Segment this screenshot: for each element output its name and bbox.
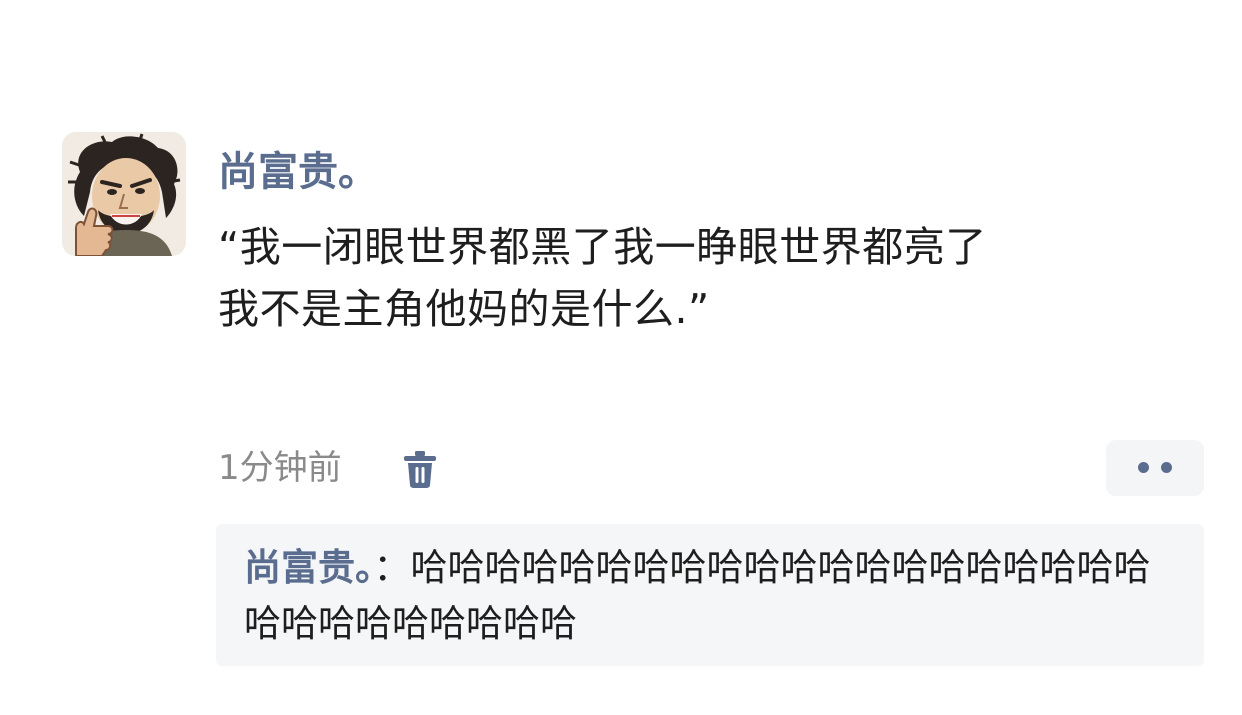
timestamp: 1分钟前 — [218, 448, 342, 488]
username[interactable]: 尚富贵。 — [218, 146, 378, 198]
more-options-button[interactable] — [1106, 440, 1204, 496]
post-text: “我一闭眼世界都黑了我一睁眼世界都亮了 我不是主角他妈的是什么.” — [218, 223, 987, 333]
reply-box[interactable]: 尚富贵。：哈哈哈哈哈哈哈哈哈哈哈哈哈哈哈哈哈哈哈哈哈哈哈哈哈哈哈哈哈 — [216, 524, 1204, 666]
avatar-image — [62, 132, 186, 256]
reply-separator: ： — [373, 546, 411, 589]
trash-icon[interactable] — [402, 449, 438, 489]
reply-text: 尚富贵。：哈哈哈哈哈哈哈哈哈哈哈哈哈哈哈哈哈哈哈哈哈哈哈哈哈哈哈哈哈 — [244, 540, 1174, 652]
more-dots-icon — [1138, 462, 1149, 473]
more-dots-icon — [1161, 462, 1172, 473]
avatar[interactable] — [62, 132, 186, 256]
reply-username[interactable]: 尚富贵。 — [244, 546, 374, 589]
comment-card: 尚富贵。 “我一闭眼世界都黑了我一睁眼世界都亮了 我不是主角他妈的是什么.” 1… — [0, 0, 1242, 715]
